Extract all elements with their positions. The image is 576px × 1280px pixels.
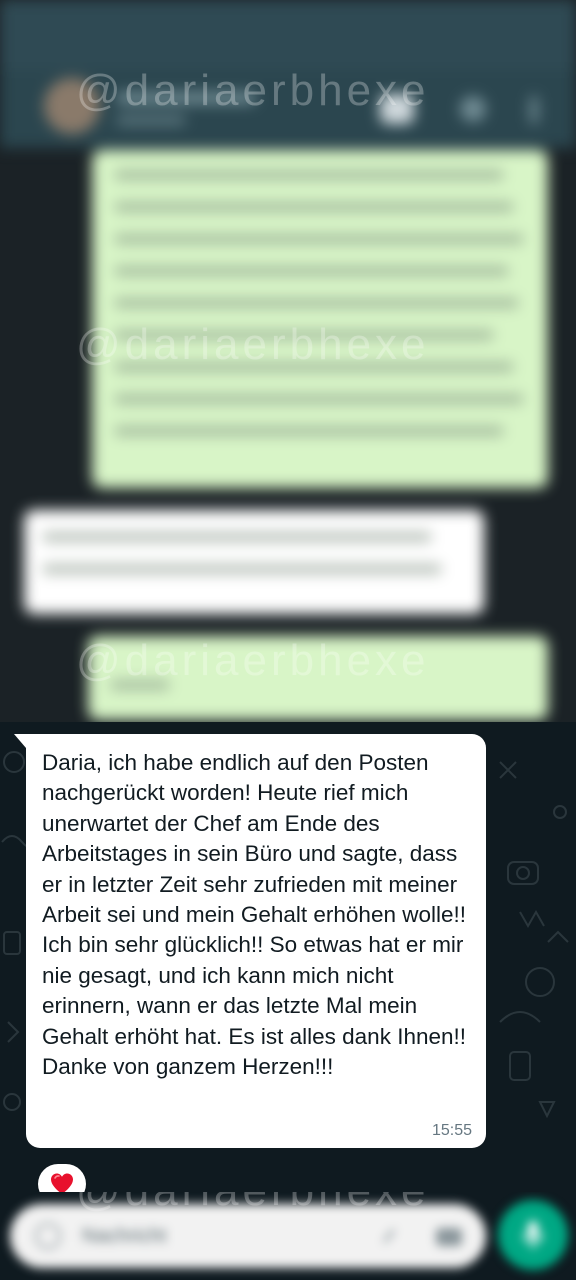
attach-icon[interactable] — [376, 1222, 402, 1250]
emoji-icon[interactable] — [34, 1222, 62, 1250]
voice-message-button[interactable] — [498, 1200, 568, 1270]
message-input[interactable]: Nachricht — [10, 1204, 486, 1268]
chat-header — [0, 70, 576, 148]
heart-icon — [51, 1173, 73, 1192]
message-timestamp: 15:55 — [431, 1122, 472, 1139]
reaction-badge[interactable] — [38, 1164, 86, 1192]
incoming-message-bubble[interactable]: Daria, ich habe endlich auf den Posten n… — [14, 734, 486, 1148]
camera-icon[interactable] — [434, 1222, 464, 1250]
blurred-outgoing-bubble — [92, 150, 548, 488]
message-composer: Nachricht @dariaerbhexe — [0, 1192, 576, 1280]
blurred-outgoing-bubble — [88, 636, 548, 720]
message-input-placeholder: Nachricht — [82, 1225, 167, 1247]
blurred-chat-history: @dariaerbhexe @dariaerbhexe @dariaerbhex… — [0, 0, 576, 722]
blurred-incoming-bubble — [24, 510, 484, 614]
contact-avatar — [44, 78, 100, 134]
bubble-tail — [14, 734, 26, 748]
message-text: Daria, ich habe endlich auf den Posten n… — [42, 750, 467, 1080]
status-bar — [0, 0, 576, 70]
chat-area: Daria, ich habe endlich auf den Posten n… — [0, 722, 576, 1192]
microphone-icon — [522, 1221, 544, 1249]
